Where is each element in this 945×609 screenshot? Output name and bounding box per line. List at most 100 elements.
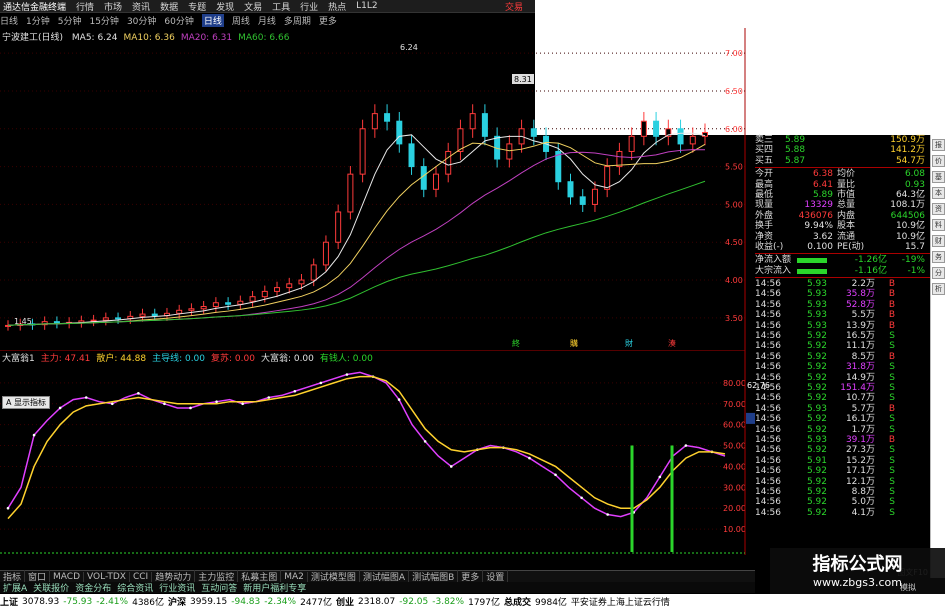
indicator-point bbox=[137, 392, 140, 395]
quote-row: 14:56 5.93 13.9万 B bbox=[755, 321, 930, 331]
quote-row: 14:56 5.93 52.8万 B bbox=[755, 300, 930, 310]
price-tick: 5.50 bbox=[725, 163, 743, 172]
indicator-value: 主导线: 0.00 bbox=[152, 354, 206, 364]
menu-item[interactable]: 市场 bbox=[104, 0, 122, 13]
ma-line-ma20 bbox=[7, 149, 706, 326]
tick-price: 5.92 bbox=[806, 362, 827, 373]
menu-item[interactable]: L1L2 bbox=[356, 1, 377, 11]
stat-key: 外盘 bbox=[755, 210, 774, 221]
menu-item[interactable]: 行业 bbox=[300, 0, 318, 13]
indicator-tab[interactable]: MACD bbox=[50, 571, 85, 582]
side-tab[interactable]: 本 bbox=[932, 187, 945, 199]
candle-body bbox=[176, 309, 183, 314]
side-tab[interactable]: 料 bbox=[932, 219, 945, 231]
tick-price: 5.92 bbox=[806, 424, 827, 435]
side-tab[interactable]: 价 bbox=[932, 155, 945, 167]
menu-item[interactable]: 行情 bbox=[76, 0, 94, 13]
period-item[interactable]: 5分钟 bbox=[58, 14, 82, 27]
tick-price: 5.93 bbox=[806, 310, 827, 321]
quote-row: 14:56 5.92 1.7万 S bbox=[755, 425, 930, 435]
tick-volume: 8.8万 bbox=[851, 486, 875, 497]
candle-body bbox=[139, 313, 146, 317]
tick-side: S bbox=[889, 341, 895, 352]
quote-row: 14:56 5.92 11.1万 S bbox=[755, 341, 930, 351]
menu-item[interactable]: 工具 bbox=[272, 0, 290, 13]
side-tab[interactable]: 资 bbox=[932, 203, 945, 215]
period-item[interactable]: 周线 bbox=[232, 14, 250, 27]
menu-item[interactable]: 热点 bbox=[328, 0, 346, 13]
menu-item[interactable]: 资讯 bbox=[132, 0, 150, 13]
event-marker[interactable]: 財 bbox=[625, 338, 633, 348]
stat-key: 收益(-) bbox=[755, 241, 784, 252]
tick-side: S bbox=[889, 497, 895, 508]
info-tab[interactable]: 行业资讯 bbox=[156, 581, 198, 594]
tick-side: S bbox=[889, 466, 895, 477]
index-name[interactable]: 创业 bbox=[336, 595, 354, 608]
tick-volume: 39.1万 bbox=[845, 434, 875, 445]
show-indicator-button[interactable]: A 显示指标 bbox=[2, 396, 51, 409]
side-tab[interactable]: 报 bbox=[932, 139, 945, 151]
quote-price: 5.88 bbox=[785, 145, 806, 156]
tick-side: B bbox=[888, 310, 895, 321]
menu-item[interactable]: 文易 bbox=[244, 0, 262, 13]
menu-item[interactable]: 数据 bbox=[160, 0, 178, 13]
indicator-line-main bbox=[7, 371, 726, 518]
info-tab[interactable]: 扩展A bbox=[0, 581, 30, 594]
price-tick: 4.00 bbox=[725, 276, 743, 285]
indicator-value: 大富翁: 0.00 bbox=[260, 354, 314, 364]
event-marker[interactable]: 終 bbox=[512, 338, 520, 348]
trade-button[interactable]: 交易 bbox=[505, 0, 523, 13]
period-item[interactable]: 30分钟 bbox=[127, 14, 156, 27]
candle-body bbox=[628, 135, 635, 152]
info-tab[interactable]: 资金分布 bbox=[72, 581, 114, 594]
quote-row: 14:56 5.92 4.1万 S bbox=[755, 508, 930, 518]
menu-item[interactable]: 发现 bbox=[216, 0, 234, 13]
stat-value: 0.93 bbox=[904, 179, 925, 190]
event-marker[interactable]: 購 bbox=[570, 338, 578, 348]
info-tab[interactable]: 新用户福利专享 bbox=[240, 581, 309, 594]
side-tab[interactable]: 析 bbox=[932, 283, 945, 295]
period-item[interactable]: 15分钟 bbox=[89, 14, 118, 27]
tick-price: 5.92 bbox=[806, 341, 827, 352]
indicator-tick: 60.00 bbox=[723, 421, 746, 430]
period-item[interactable]: 更多 bbox=[319, 14, 337, 27]
tick-time: 14:56 bbox=[755, 341, 781, 352]
indicator-tab[interactable]: CCI bbox=[130, 571, 153, 582]
quote-row: 14:56 5.92 8.8万 S bbox=[755, 487, 930, 497]
quote-row: 买五 5.87 54.7万 bbox=[755, 156, 930, 166]
tick-time: 14:56 bbox=[755, 289, 781, 300]
period-item[interactable]: 日线 bbox=[0, 14, 18, 27]
tick-price: 5.92 bbox=[806, 497, 827, 508]
indicator-tab[interactable]: MA2 bbox=[281, 571, 308, 582]
info-tab[interactable]: 互动问答 bbox=[198, 581, 240, 594]
indicator-point bbox=[449, 465, 453, 468]
candle-body bbox=[396, 120, 403, 145]
indicator-tab[interactable]: VOL-TDX bbox=[84, 571, 130, 582]
kline-chart[interactable]: 7.00 6.50 6.00 5.50 5.00 4.50 4.00 3.50 6.24 8.31… bbox=[0, 28, 755, 350]
period-item[interactable]: 月线 bbox=[258, 14, 276, 27]
candle-body bbox=[506, 143, 513, 160]
trading-terminal: { "menu": { "app_title": "通达信金融终端", "ite… bbox=[0, 0, 945, 609]
stat-key: PE(动) bbox=[837, 241, 865, 252]
indicator-chart[interactable]: 80.00 70.00 60.00 50.00 40.00 30.00 20.00 10.00… bbox=[0, 350, 755, 555]
side-tab[interactable]: 基 bbox=[932, 171, 945, 183]
info-tab[interactable]: 关联报价 bbox=[30, 581, 72, 594]
index-name[interactable]: 上证 bbox=[0, 595, 18, 608]
side-tab[interactable]: 分 bbox=[932, 267, 945, 279]
menu-item[interactable]: 专题 bbox=[188, 0, 206, 13]
info-tab[interactable]: 综合资讯 bbox=[114, 581, 156, 594]
side-tab[interactable]: 务 bbox=[932, 251, 945, 263]
tick-volume: 5.5万 bbox=[851, 310, 875, 321]
index-name[interactable]: 沪深 bbox=[168, 595, 186, 608]
candle-body bbox=[420, 166, 427, 190]
event-marker[interactable]: 湊 bbox=[668, 338, 676, 348]
period-item[interactable]: 60分钟 bbox=[164, 14, 193, 27]
quote-row: 买四 5.88 141.2万 bbox=[755, 145, 930, 155]
side-tab[interactable]: 财 bbox=[932, 235, 945, 247]
ma-label: MA60: 6.66 bbox=[238, 33, 290, 43]
index-name[interactable]: 总成交 bbox=[504, 595, 531, 608]
quote-amount: 141.2万 bbox=[890, 145, 925, 156]
period-item[interactable]: 1分钟 bbox=[26, 14, 50, 27]
period-item[interactable]: 日线 bbox=[201, 14, 224, 27]
period-item[interactable]: 多周期 bbox=[284, 14, 311, 27]
